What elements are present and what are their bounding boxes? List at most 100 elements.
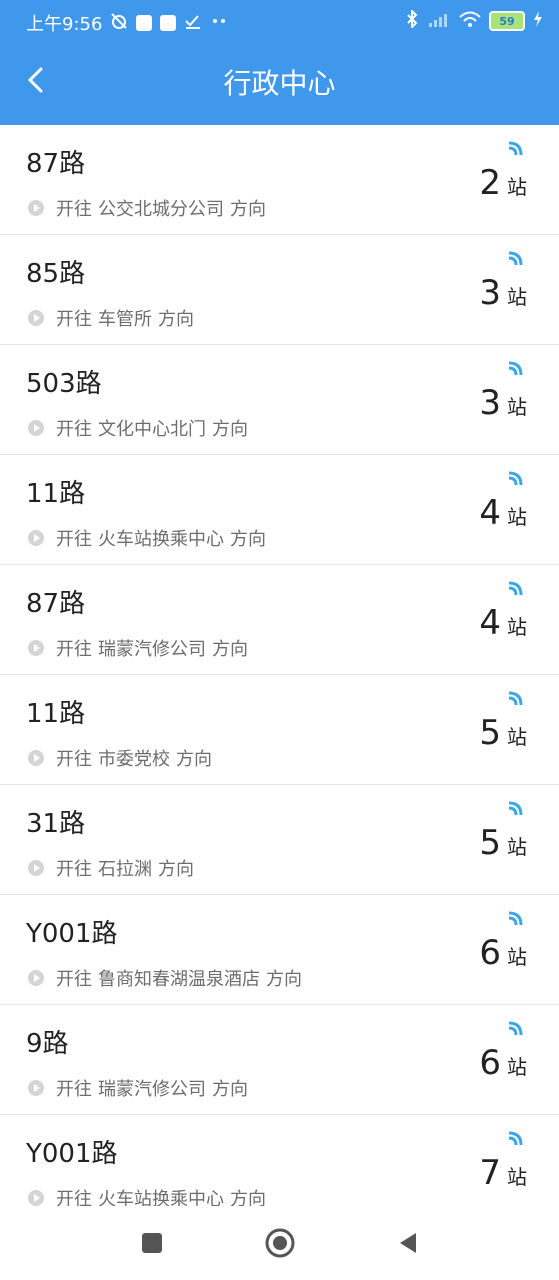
- station-count: 5: [479, 823, 501, 863]
- route-row[interactable]: 85路 开往 车管所 方向 3 站: [0, 235, 559, 345]
- route-direction: 开往 文化中心北门 方向: [28, 415, 248, 441]
- square-icon: [141, 1233, 162, 1253]
- route-row[interactable]: 503路 开往 文化中心北门 方向 3 站: [0, 345, 559, 455]
- realtime-signal-icon: [508, 1131, 523, 1146]
- direction-suffix: 方向: [176, 749, 212, 770]
- realtime-signal-icon: [508, 251, 523, 266]
- direction-suffix: 方向: [212, 639, 248, 660]
- realtime-signal-icon: [508, 361, 523, 376]
- play-icon: [28, 1080, 44, 1096]
- charging-icon: [533, 11, 543, 31]
- route-direction: 开往 石拉渊 方向: [28, 855, 194, 881]
- route-direction: 开往 公交北城分公司 方向: [28, 195, 266, 221]
- realtime-signal-icon: [508, 691, 523, 706]
- station-unit: 站: [507, 835, 527, 859]
- route-name: Y001路: [26, 1139, 118, 1169]
- direction-suffix: 方向: [158, 309, 194, 330]
- station-unit: 站: [507, 725, 527, 749]
- heading-word: 开往: [56, 199, 92, 220]
- route-name: 31路: [26, 809, 86, 839]
- stations-away: 6 站: [479, 1043, 527, 1083]
- direction-suffix: 方向: [230, 199, 266, 220]
- stations-away: 3 站: [479, 273, 527, 313]
- route-direction: 开往 鲁商知春湖温泉酒店 方向: [28, 965, 302, 991]
- station-count: 7: [479, 1153, 501, 1193]
- route-direction: 开往 瑞蒙汽修公司 方向: [28, 1075, 248, 1101]
- route-row[interactable]: 31路 开往 石拉渊 方向 5 站: [0, 785, 559, 895]
- route-name: 87路: [26, 149, 86, 179]
- stations-away: 3 站: [479, 383, 527, 423]
- route-name: 11路: [26, 479, 86, 509]
- route-direction: 开往 火车站换乘中心 方向: [28, 525, 266, 551]
- route-direction: 开往 车管所 方向: [28, 305, 194, 331]
- stations-away: 2 站: [479, 163, 527, 203]
- route-name: 87路: [26, 589, 86, 619]
- station-count: 6: [479, 1043, 501, 1083]
- route-name: 9路: [26, 1029, 69, 1059]
- station-count: 4: [479, 603, 501, 643]
- destination: 鲁商知春湖温泉酒店: [98, 969, 260, 990]
- play-icon: [28, 200, 44, 216]
- stations-away: 7 站: [479, 1153, 527, 1193]
- signal-icon: [427, 11, 451, 31]
- realtime-signal-icon: [508, 911, 523, 926]
- realtime-signal-icon: [508, 1021, 523, 1036]
- status-right: 59: [405, 8, 543, 32]
- status-bar: 上午9:56 59: [0, 0, 559, 42]
- realtime-signal-icon: [508, 141, 523, 156]
- status-time: 上午9:56: [26, 14, 103, 35]
- route-row[interactable]: 11路 开往 市委党校 方向 5 站: [0, 675, 559, 785]
- play-icon: [28, 420, 44, 436]
- destination: 文化中心北门: [98, 419, 206, 440]
- route-name: 503路: [26, 369, 102, 399]
- station-unit: 站: [507, 505, 527, 529]
- recent-apps-button[interactable]: [132, 1223, 172, 1263]
- destination: 公交北城分公司: [98, 199, 224, 220]
- route-row[interactable]: Y001路 开往 鲁商知春湖温泉酒店 方向 6 站: [0, 895, 559, 1005]
- heading-word: 开往: [56, 1079, 92, 1100]
- direction-suffix: 方向: [158, 859, 194, 880]
- station-count: 5: [479, 713, 501, 753]
- home-button[interactable]: [260, 1223, 300, 1263]
- play-icon: [28, 640, 44, 656]
- station-unit: 站: [507, 1165, 527, 1189]
- page-title: 行政中心: [223, 67, 336, 100]
- back-nav-button[interactable]: [388, 1223, 428, 1263]
- alarm-off-icon: [110, 12, 128, 35]
- stations-away: 5 站: [479, 713, 527, 753]
- system-nav-bar: [0, 1206, 559, 1280]
- top-bar: 上午9:56 59 行政中心: [0, 0, 559, 125]
- station-unit: 站: [507, 945, 527, 969]
- route-name: 85路: [26, 259, 86, 289]
- route-row[interactable]: 87路 开往 瑞蒙汽修公司 方向 4 站: [0, 565, 559, 675]
- triangle-left-icon: [399, 1233, 416, 1253]
- bluetooth-icon: [405, 8, 419, 32]
- realtime-signal-icon: [508, 471, 523, 486]
- destination: 瑞蒙汽修公司: [98, 1079, 206, 1100]
- route-row[interactable]: 9路 开往 瑞蒙汽修公司 方向 6 站: [0, 1005, 559, 1115]
- station-unit: 站: [507, 175, 527, 199]
- heading-word: 开往: [56, 529, 92, 550]
- heading-word: 开往: [56, 639, 92, 660]
- status-left: 上午9:56: [26, 10, 228, 36]
- route-name: Y001路: [26, 919, 118, 949]
- station-count: 4: [479, 493, 501, 533]
- stations-away: 4 站: [479, 493, 527, 533]
- destination: 火车站换乘中心: [98, 529, 224, 550]
- checklist-icon: [184, 12, 202, 35]
- notification-icon: [136, 15, 153, 31]
- stations-away: 5 站: [479, 823, 527, 863]
- route-list: 87路 开往 公交北城分公司 方向 2 站 85路 开往 车管所 方向 3 站 …: [0, 125, 559, 1225]
- stations-away: 4 站: [479, 603, 527, 643]
- destination: 车管所: [98, 309, 152, 330]
- play-icon: [28, 530, 44, 546]
- battery-icon: 59: [489, 11, 525, 31]
- route-row[interactable]: 87路 开往 公交北城分公司 方向 2 站: [0, 125, 559, 235]
- station-count: 6: [479, 933, 501, 973]
- heading-word: 开往: [56, 749, 92, 770]
- station-unit: 站: [507, 285, 527, 309]
- heading-word: 开往: [56, 859, 92, 880]
- play-icon: [28, 860, 44, 876]
- route-row[interactable]: 11路 开往 火车站换乘中心 方向 4 站: [0, 455, 559, 565]
- direction-suffix: 方向: [230, 529, 266, 550]
